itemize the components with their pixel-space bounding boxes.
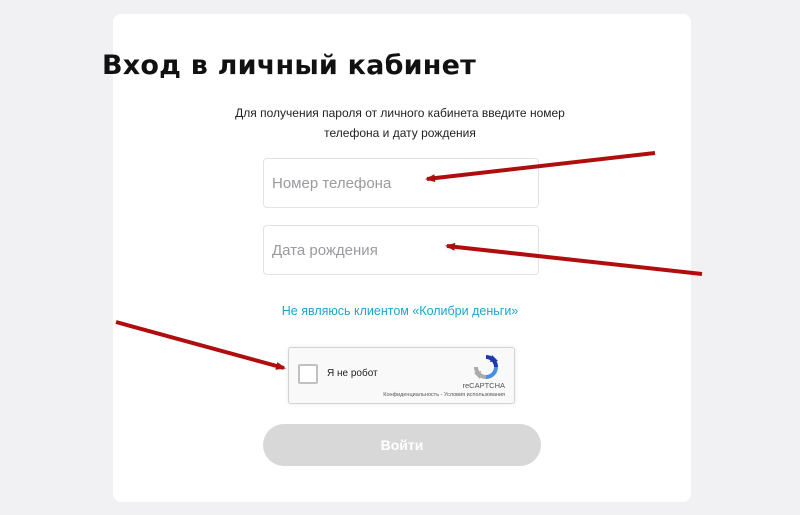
- instructions-text: Для получения пароля от личного кабинета…: [200, 103, 600, 143]
- recaptcha-widget: Я не робот reCAPTCHA Конфиденциальность …: [288, 347, 515, 404]
- not-client-link[interactable]: Не являюсь клиентом «Колибри деньги»: [200, 304, 600, 318]
- recaptcha-brand: reCAPTCHA: [462, 381, 505, 390]
- recaptcha-logo-icon: [474, 355, 498, 379]
- birth-date-field[interactable]: [263, 225, 539, 275]
- recaptcha-label: Я не робот: [327, 368, 378, 379]
- instructions-line-2: телефона и дату рождения: [324, 126, 476, 140]
- birth-date-input[interactable]: [264, 226, 538, 274]
- page: Вход в личный кабинет Для получения паро…: [0, 0, 800, 515]
- instructions-line-1: Для получения пароля от личного кабинета…: [235, 106, 565, 120]
- login-button[interactable]: Войти: [263, 424, 541, 466]
- phone-input[interactable]: [264, 159, 538, 207]
- recaptcha-checkbox[interactable]: [298, 364, 318, 384]
- recaptcha-terms[interactable]: Конфиденциальность - Условия использован…: [383, 392, 505, 398]
- page-title: Вход в личный кабинет: [102, 50, 476, 81]
- phone-field[interactable]: [263, 158, 539, 208]
